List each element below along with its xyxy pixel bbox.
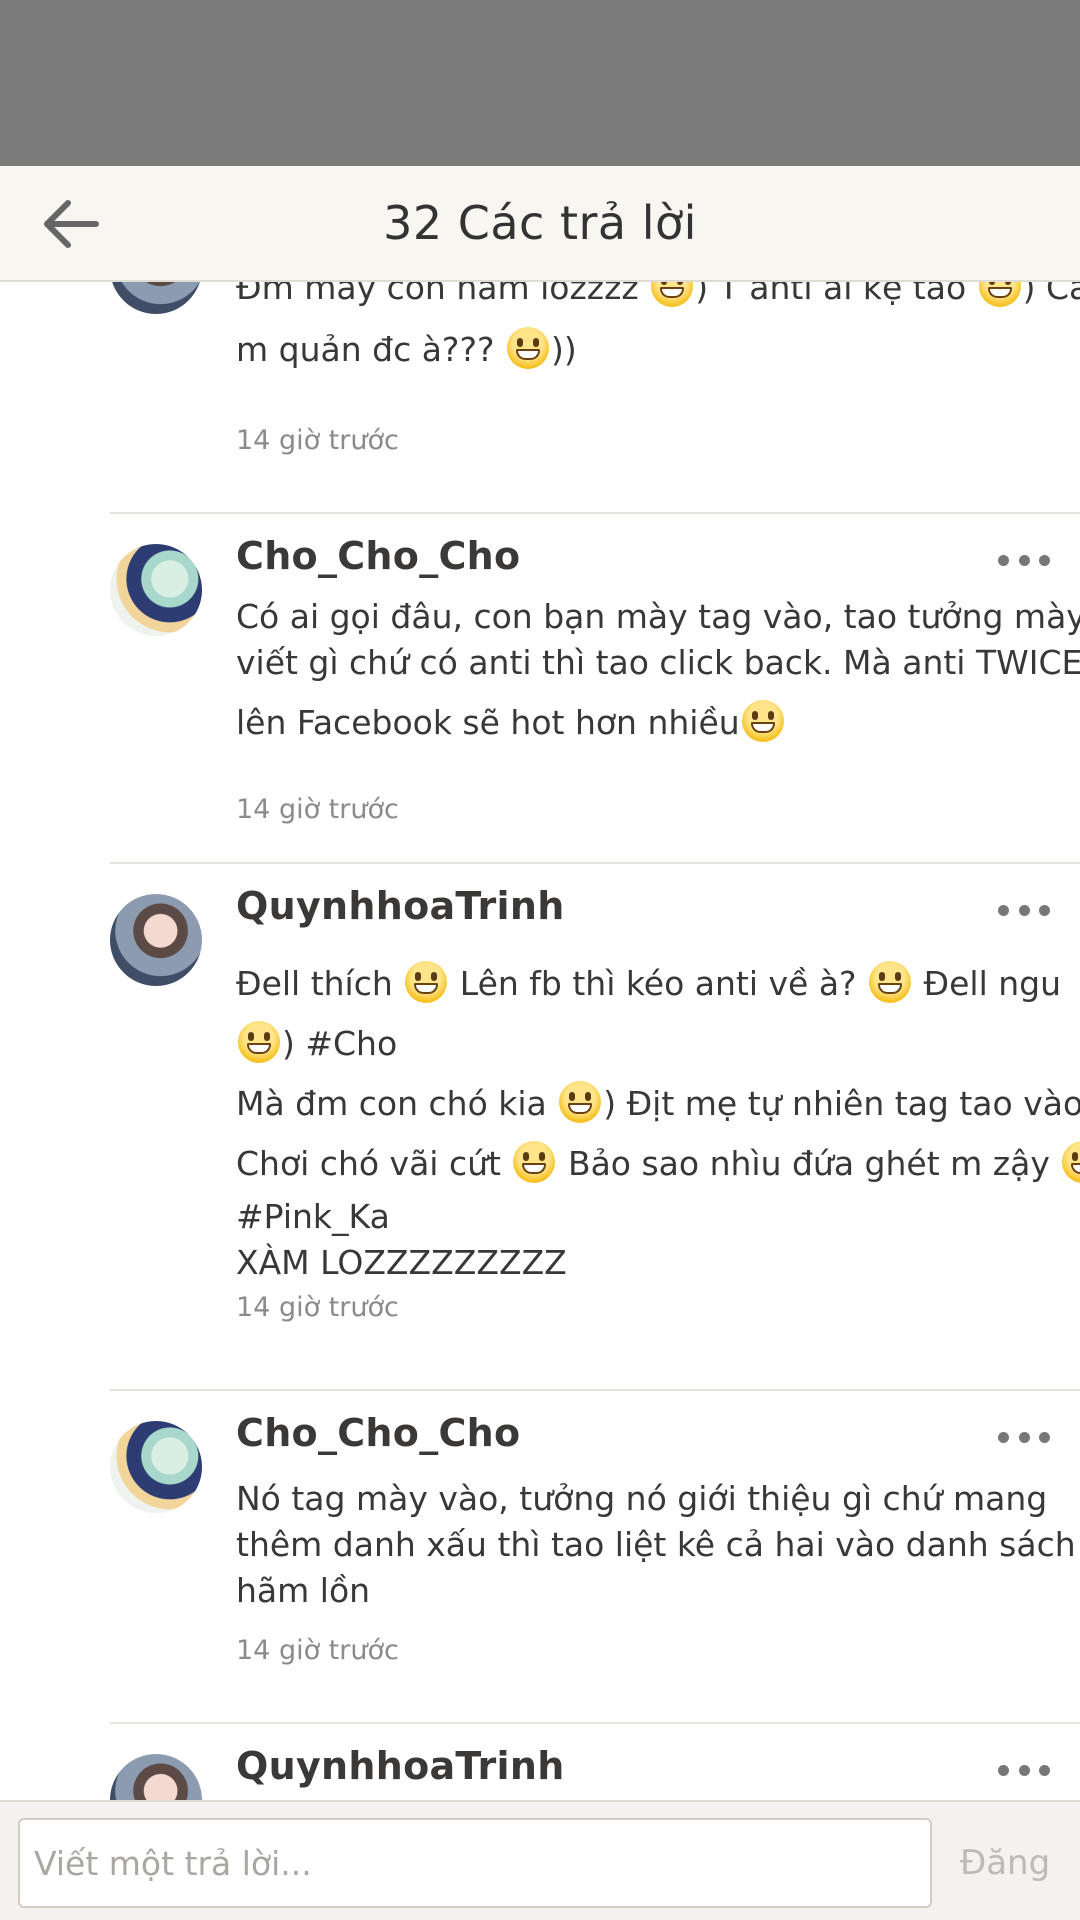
more-options-button[interactable] [998,1427,1050,1447]
comment-text-line: #Pink_Ka [236,1197,390,1236]
comment-text-segment: Đm mấy con hãm lozzzz [236,282,650,307]
grinning-face-emoji-icon [651,282,694,307]
username[interactable]: Cho_Cho_Cho [236,534,520,578]
username[interactable]: QuynhhoaTrinh [236,1744,565,1788]
header-bar: 32 Các trả lời [0,166,1080,282]
more-options-button[interactable] [998,550,1050,570]
divider [110,1722,1080,1724]
reply-input[interactable] [18,1818,932,1908]
grinning-face-emoji-icon [869,961,912,1003]
post-button[interactable]: Đăng [945,1818,1065,1908]
status-bar-area [0,0,1080,166]
comment-text-segment: ) Các [1022,282,1080,307]
comment-text-line: Nó tag mày vào, tưởng nó giới thiệu gì c… [236,1479,1048,1518]
comment-text-segment: ) Địt mẹ tự nhiên tag tao vào? [603,1084,1080,1123]
comment-text: Đm mấy con hãm lozzzz ) T anti ai kệ tao… [236,282,1080,381]
divider [110,1389,1080,1391]
grinning-face-emoji-icon [506,327,549,369]
comment-text-segment: Lên fb thì kéo anti về à? [449,964,868,1003]
divider [110,862,1080,864]
avatar[interactable] [110,544,202,636]
grinning-face-emoji-icon [1062,1141,1080,1183]
comment-text-segment: lên Facebook sẽ hot hơn nhiều [236,703,740,742]
comment-text-line: viết gì chứ có anti thì tao click back. … [236,643,1080,682]
page-title: 32 Các trả lời [383,196,697,250]
grinning-face-emoji-icon [741,700,784,742]
timestamp: 14 giờ trước [236,1635,399,1666]
comment-text-segment: ) T anti ai kệ tao [695,282,977,307]
comment-text-line: thêm danh xấu thì tao liệt kê cả hai vào… [236,1525,1076,1564]
comment-text: Nó tag mày vào, tưởng nó giới thiệu gì c… [236,1476,1076,1614]
reply-bar: Đăng [0,1800,1080,1920]
comment-text-segment: ) #Cho [282,1024,398,1063]
avatar[interactable] [110,1754,202,1800]
comment-text-segment: Chơi chó vãi cứt [236,1144,512,1183]
comment-text-segment: Đell ngu [913,964,1062,1003]
avatar[interactable] [110,1421,202,1513]
comment-text-segment: Mà đm con chó kia [236,1084,558,1123]
comment-text-segment: Đell thích [236,964,404,1003]
more-options-button[interactable] [998,1760,1050,1780]
comment-text: Đell thích Lên fb thì kéo anti về à? Đel… [236,954,1080,1286]
timestamp: 14 giờ trước [236,1292,399,1323]
comment-text-segment: Bảo sao nhìu đứa ghét m zậy [557,1144,1061,1183]
avatar[interactable] [110,894,202,986]
username[interactable]: QuynhhoaTrinh [236,884,565,928]
comment-text-line: hãm lồn [236,1571,371,1610]
divider [110,512,1080,514]
grinning-face-emoji-icon [559,1081,602,1123]
grinning-face-emoji-icon [238,1021,280,1063]
grinning-face-emoji-icon [513,1141,556,1183]
more-options-button[interactable] [998,900,1050,920]
comment-text-segment: m quản đc à??? [236,330,505,369]
avatar[interactable] [110,282,202,314]
comment-text-line: XÀM LOZZZZZZZZZ [236,1243,567,1282]
replies-list[interactable]: Đm mấy con hãm lozzzz ) T anti ai kệ tao… [0,282,1080,1800]
timestamp: 14 giờ trước [236,425,399,456]
comment-text-segment: )) [550,330,577,369]
grinning-face-emoji-icon [405,961,448,1003]
timestamp: 14 giờ trước [236,794,399,825]
comment-text-line: Có ai gọi đâu, con bạn mày tag vào, tao … [236,597,1080,636]
username[interactable]: Cho_Cho_Cho [236,1411,520,1455]
grinning-face-emoji-icon [978,282,1021,307]
comment-text: Có ai gọi đâu, con bạn mày tag vào, tao … [236,594,1080,760]
